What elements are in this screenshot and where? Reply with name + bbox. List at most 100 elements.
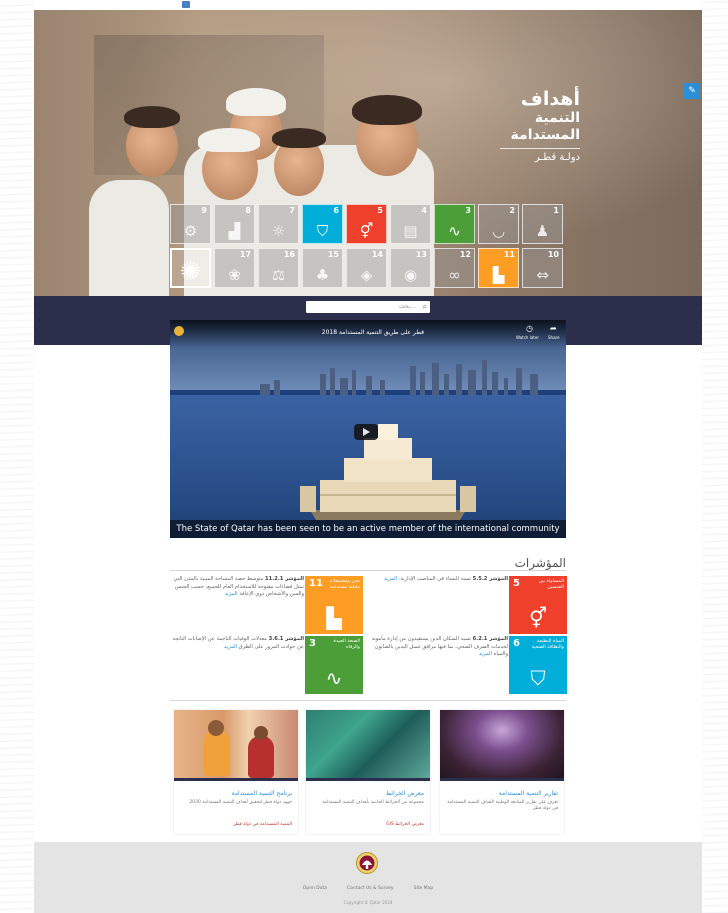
sdg-goal-tile-2[interactable]: 2 ◡ — [478, 204, 519, 244]
goal-card-6[interactable]: 6 المياه النظيفة والنظافة الصحية ⛉ — [509, 636, 567, 694]
news-image[interactable] — [174, 710, 298, 778]
news-title[interactable]: معرض الخرائط — [312, 790, 424, 797]
clock-icon[interactable]: ◷ — [526, 324, 533, 333]
more-link[interactable]: المزيد — [225, 591, 238, 597]
sdg-goal-tile-15[interactable]: 15 ♣ — [302, 248, 343, 288]
sdg-goal-tile-7[interactable]: 7 ☼ — [258, 204, 299, 244]
news-link[interactable]: التنمية المستدامة في دولة قطر — [180, 822, 292, 827]
news-card[interactable]: برنامج التنمية المستدامة جهود دولة قطر لت… — [174, 710, 298, 834]
goal-number: 6 — [513, 638, 520, 649]
sdg-goal-number: 13 — [415, 250, 427, 259]
indicator-code: المؤشر 6.2.1 — [472, 636, 508, 642]
news-description: تعرف على تقارير المتابعة الوطنية لأهداف … — [447, 800, 558, 811]
qatar-emblem-icon — [356, 852, 378, 874]
sdg-goal-number: 11 — [503, 250, 515, 259]
sdg-goal-number: 12 — [459, 250, 471, 259]
industry-icon: ⚙ — [183, 222, 198, 240]
reduced-inequality-icon: ⇔ — [536, 266, 549, 284]
goal-card-5[interactable]: 5 المساواة بين الجنسين ⚥ — [509, 576, 567, 634]
footer-link[interactable]: Contact Us & Survey — [347, 886, 394, 891]
sun-energy-icon: ☼ — [271, 222, 286, 240]
book-icon: ▤ — [403, 222, 418, 240]
sdg-goal-tile-8[interactable]: 8 ▟ — [214, 204, 255, 244]
sdg-goal-number: 1 — [553, 206, 559, 215]
goal-card-11[interactable]: 11 مدن ومجتمعات محلية مستدامة ▙ — [305, 576, 363, 634]
sdg-brand-logo[interactable]: أهداف التنمية المستدامة دولـة قطـر — [460, 88, 580, 164]
share-icon[interactable]: ➦ — [550, 324, 557, 333]
indicator-description: المؤشر 6.2.1 نسبة السكان الذين يستفيدون … — [370, 636, 508, 659]
indicator-description: المؤشر 11.2.1 متوسط حصة المساحة المبنية … — [166, 576, 304, 599]
sdg-goal-number: 16 — [283, 250, 295, 259]
dove-gavel-icon: ⚖ — [271, 266, 286, 284]
site-logo-icon — [182, 1, 190, 8]
footer-link[interactable]: Open Data — [303, 886, 327, 891]
sdg-goal-number: 6 — [333, 206, 339, 215]
sdg-goal-number: 3 — [465, 206, 471, 215]
more-link[interactable]: المزيد — [224, 644, 237, 650]
sdg-goal-number: 8 — [245, 206, 251, 215]
museum-building — [300, 424, 476, 520]
news-title[interactable]: تقارير التنمية المستدامة — [446, 790, 558, 797]
sdg-goal-number: 14 — [371, 250, 383, 259]
play-button[interactable] — [354, 424, 378, 440]
edit-pencil-button[interactable]: ✎ — [684, 83, 700, 99]
sdg-goal-tile-5[interactable]: 5 ⚥ — [346, 204, 387, 244]
news-card[interactable]: تقارير التنمية المستدامة تعرف على تقارير … — [440, 710, 564, 834]
sdg-goal-tile-10[interactable]: 10 ⇔ — [522, 248, 563, 288]
news-image[interactable] — [306, 710, 430, 778]
video-title[interactable]: قطر على طريق التنمية المستدامة 2018 — [322, 329, 424, 336]
news-image[interactable] — [440, 710, 564, 778]
indicator-code: المؤشر 11.2.1 — [265, 576, 304, 582]
sdg-goal-number: 7 — [289, 206, 295, 215]
city-buildings-icon: ▙ — [326, 606, 342, 630]
top-bar — [34, 0, 702, 10]
brand-subtitle-2: المستدامة — [510, 127, 580, 143]
goal-name: الصحة الجيدة والرفاه — [333, 639, 360, 650]
news-card[interactable]: معرض الخرائط مجموعة من الخرائط الخاصة بأه… — [306, 710, 430, 834]
sdg-goal-tile-16[interactable]: 16 ⚖ — [258, 248, 299, 288]
sdg-goal-tile-17[interactable]: 17 ❀ — [214, 248, 255, 288]
divider — [170, 700, 566, 701]
copyright-text: Copyright © Qatar 2018 — [343, 900, 393, 905]
doha-skyline — [170, 360, 566, 400]
heartbeat-icon: ∿ — [448, 222, 461, 240]
footer-links: Open Data Contact Us & Survey Site Map — [34, 886, 702, 891]
goal-card-3[interactable]: 3 الصحة الجيدة والرفاه ∿ — [305, 636, 363, 694]
fish-icon: ◈ — [360, 266, 373, 284]
sdg-goal-tile-6[interactable]: 6 ⛉ — [302, 204, 343, 244]
search-icon[interactable]: ⌕ — [423, 301, 427, 313]
video-player[interactable]: قطر على طريق التنمية المستدامة 2018 ◷ Wa… — [170, 320, 566, 538]
search-placeholder: بحث... — [398, 303, 416, 310]
sdg-goal-tile-11[interactable]: 11 ▙ — [478, 248, 519, 288]
brand-title: أهداف — [520, 88, 580, 110]
news-link[interactable]: معرض الخرائط GIS — [312, 822, 424, 827]
sdg-goal-number: 4 — [421, 206, 427, 215]
city-buildings-icon: ▙ — [492, 266, 505, 284]
brand-country: دولـة قطـر — [534, 152, 580, 163]
more-link[interactable]: المزيد — [479, 651, 492, 657]
channel-avatar[interactable] — [174, 326, 184, 336]
sdg-goal-tile-9[interactable]: 9 ⚙ — [170, 204, 211, 244]
news-description: جهود دولة قطر لتحقيق أهداف التنمية المست… — [189, 800, 292, 805]
partnership-flower-icon: ❀ — [228, 266, 241, 284]
more-link[interactable]: المزيد — [384, 576, 397, 582]
goal-name: المساواة بين الجنسين — [538, 579, 564, 590]
sdg-goal-tile-all[interactable]: ✺ — [170, 248, 211, 288]
sdg-goal-tile-3[interactable]: 3 ∿ — [434, 204, 475, 244]
sdg-goal-tile-1[interactable]: 1 ♟ — [522, 204, 563, 244]
video-caption: The State of Qatar has been seen to be a… — [170, 520, 566, 538]
footer-link[interactable]: Site Map — [414, 886, 434, 891]
goal-number: 5 — [513, 578, 520, 589]
news-title[interactable]: برنامج التنمية المستدامة — [180, 790, 292, 797]
sdg-goal-tile-14[interactable]: 14 ◈ — [346, 248, 387, 288]
heartbeat-icon: ∿ — [325, 666, 343, 690]
sdg-goal-number: 2 — [509, 206, 515, 215]
indicator-code: المؤشر 3.6.1 — [268, 636, 304, 642]
sdg-goal-tile-13[interactable]: 13 ◉ — [390, 248, 431, 288]
goal-number: 3 — [309, 638, 316, 649]
sdg-goal-tile-12[interactable]: 12 ∞ — [434, 248, 475, 288]
eye-earth-icon: ◉ — [403, 266, 418, 284]
hero-banner: ✎ أهداف التنمية المستدامة دولـة قطـر 9 ⚙ 8… — [34, 10, 702, 296]
search-input[interactable]: بحث... ⌕ — [306, 301, 430, 313]
sdg-goal-tile-4[interactable]: 4 ▤ — [390, 204, 431, 244]
